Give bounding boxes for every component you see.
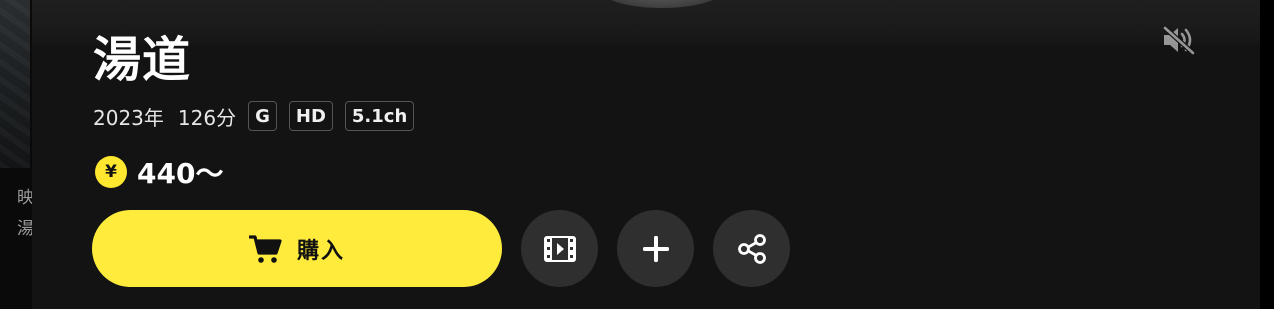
release-year: 2023年 [93, 105, 164, 130]
share-icon [737, 233, 766, 264]
trailer-button[interactable] [521, 210, 598, 287]
rating-badge: G [248, 101, 277, 131]
buy-button-label: 購入 [296, 238, 345, 264]
add-to-list-button[interactable] [617, 210, 694, 287]
neighbor-caption-line-2: 湯 [17, 219, 32, 239]
running-time: 126分 [177, 105, 237, 130]
neighbor-poster-image [0, 0, 30, 168]
background-poster-strip: 映 湯 [0, 0, 32, 309]
film-icon [543, 235, 576, 262]
volume-muted-icon [1163, 26, 1195, 55]
movie-meta: 2023年 126分 G HD 5.1ch [93, 100, 426, 132]
mute-button[interactable] [1161, 25, 1197, 55]
share-button[interactable] [713, 210, 790, 287]
audio-badge: 5.1ch [344, 101, 415, 131]
price-row: ¥ 440〜 [95, 155, 224, 190]
preview-image-fragment [597, 0, 727, 8]
cart-icon [248, 234, 282, 263]
video-preview-area [32, 0, 1260, 44]
quality-badge: HD [288, 101, 333, 131]
buy-button[interactable]: 購入 [92, 210, 502, 287]
price-amount: 440〜 [137, 157, 224, 190]
right-edge [1260, 0, 1274, 309]
neighbor-caption-line-1: 映 [17, 188, 32, 208]
plus-icon [642, 235, 669, 262]
yen-coin-icon: ¥ [95, 156, 127, 188]
movie-title: 湯道 [93, 32, 192, 88]
